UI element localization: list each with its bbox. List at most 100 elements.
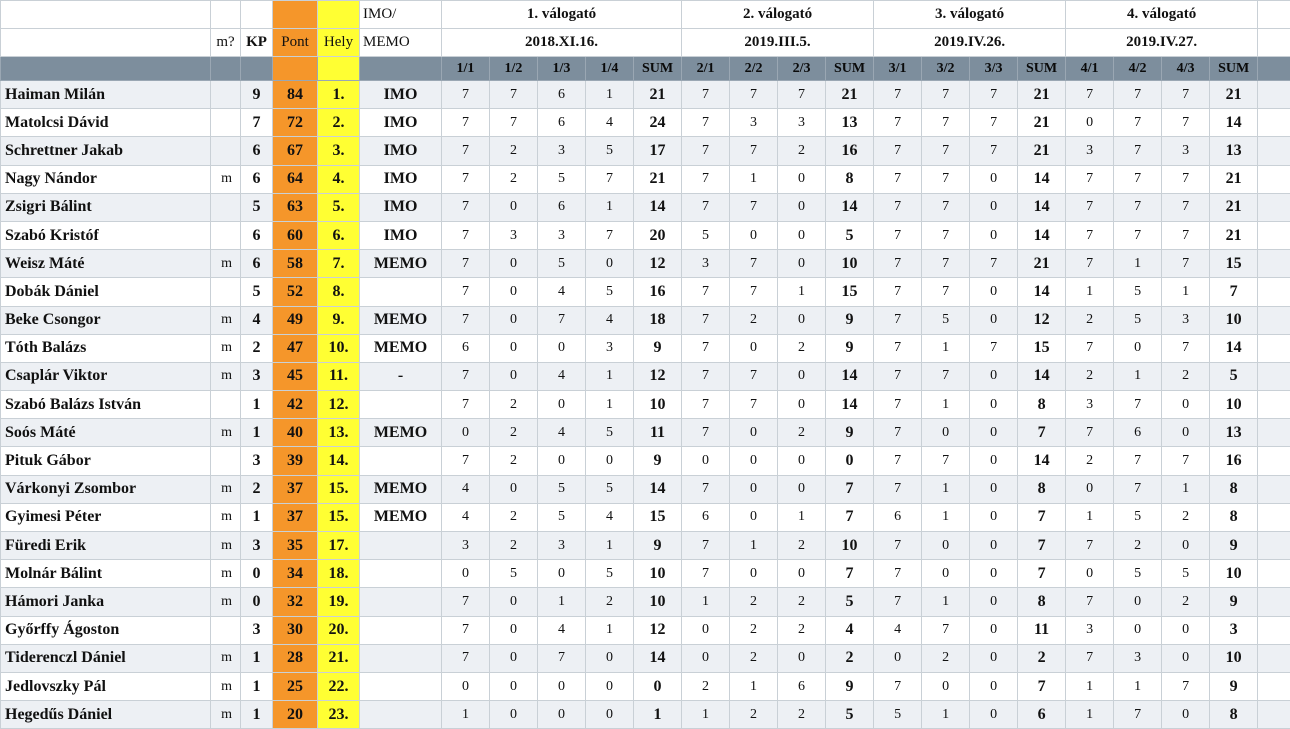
- sum-cell: 18: [632, 305, 683, 335]
- score-cell: 4: [441, 474, 490, 504]
- score-cell: 0: [873, 643, 923, 673]
- points-cell: 63: [272, 192, 318, 222]
- sum-cell: 14: [1017, 446, 1067, 476]
- score-cell: 7: [921, 192, 971, 222]
- sum-cell: 9: [632, 446, 683, 476]
- score-cell: 0: [729, 418, 779, 448]
- place-cell: 10.: [317, 333, 360, 363]
- score-cell: 1: [729, 164, 779, 194]
- points-cell: 20: [272, 700, 318, 729]
- score-cell: 2: [1161, 587, 1211, 617]
- score-cell: 1: [1065, 502, 1115, 533]
- memo-eligible-cell: m: [210, 700, 241, 729]
- score-cell: 3: [1065, 390, 1115, 420]
- kp-cell: 3: [240, 446, 273, 476]
- imo-memo-cell: -: [359, 361, 442, 392]
- score-cell: 2: [1065, 446, 1115, 476]
- score-cell: 7: [1161, 192, 1211, 222]
- score-cell: 2: [729, 700, 779, 729]
- score-cell: 1: [681, 587, 731, 617]
- score-cell: 0: [777, 164, 827, 194]
- score-cell: 7: [873, 446, 923, 476]
- score-cell: 0: [777, 446, 827, 476]
- imo-memo-cell: MEMO: [359, 502, 442, 533]
- score-cell: 1: [1161, 474, 1211, 504]
- score-cell: 3: [1065, 136, 1115, 166]
- score-cell: 7: [729, 136, 779, 166]
- score-cell: 5: [1113, 277, 1163, 307]
- score-cell: 7: [873, 559, 923, 589]
- kp-cell: 7: [240, 108, 273, 138]
- sum-cell: 9: [632, 530, 683, 561]
- score-cell: 7: [873, 390, 923, 420]
- score-cell: 7: [1113, 79, 1163, 110]
- round-1-title: 1. válogató: [440, 0, 683, 29]
- header-row-rounds: IMO/ 1. válogató 2. válogató 3. válogató…: [0, 0, 1290, 29]
- score-cell: 2: [777, 333, 827, 363]
- score-cell: 2: [1161, 361, 1211, 392]
- sum-cell: 5: [1209, 361, 1259, 392]
- score-cell: 7: [681, 361, 731, 392]
- score-cell: 0: [441, 418, 490, 448]
- kp-cell: 1: [240, 390, 273, 420]
- kp-cell: 2: [240, 333, 273, 363]
- blank-cell: [1257, 530, 1290, 561]
- kp-cell: 6: [240, 136, 273, 166]
- score-cell: 7: [1065, 79, 1115, 110]
- sum-cell: 7: [1017, 671, 1067, 702]
- score-cell: 1: [1065, 700, 1115, 729]
- score-cell: 7: [441, 361, 490, 392]
- memo-eligible-cell: m: [210, 333, 241, 363]
- table-row: Weisz Máté m 6 58 7. MEMO 7 0 5 0 12 3 7 0 10 7 7 7 21 7 1 7 1…: [0, 249, 1290, 279]
- table-row: Dobák Dániel 5 52 8. 7 0 4 5 16 7 7 1 15 7 7 0 14 1 5 1 7: [0, 277, 1290, 307]
- kp-cell: 0: [240, 559, 273, 589]
- blank-cell: [1257, 108, 1290, 138]
- place-cell: 12.: [317, 390, 360, 420]
- header-row-problems: 1/1 1/2 1/3 1/4 SUM 2/1 2/2 2/3 SUM 3/1 …: [0, 56, 1290, 81]
- score-cell: 7: [1065, 530, 1115, 561]
- round-3-date: 2019.IV.26.: [873, 28, 1067, 57]
- score-cell: 0: [777, 559, 827, 589]
- memo-eligible-cell: m: [210, 361, 241, 392]
- student-name: Tiderenczl Dániel: [0, 643, 211, 673]
- imo-header-1: IMO/: [359, 0, 442, 29]
- score-cell: 7: [873, 79, 923, 110]
- score-cell: 2: [489, 136, 538, 166]
- score-cell: 7: [1065, 643, 1115, 673]
- score-cell: 0: [969, 643, 1019, 673]
- score-cell: 0: [681, 615, 731, 645]
- sum-cell: 5: [825, 700, 875, 729]
- score-cell: 4: [585, 502, 634, 533]
- score-cell: 0: [921, 418, 971, 448]
- score-cell: 1: [921, 700, 971, 729]
- place-cell: 15.: [317, 502, 360, 533]
- points-cell: 42: [272, 390, 318, 420]
- score-cell: 0: [1161, 530, 1211, 561]
- blank-cell: [1257, 390, 1290, 420]
- score-cell: 7: [489, 79, 538, 110]
- score-cell: 1: [585, 192, 634, 222]
- score-cell: 0: [777, 390, 827, 420]
- score-cell: 2: [729, 615, 779, 645]
- place-cell: 8.: [317, 277, 360, 307]
- score-cell: 1: [921, 333, 971, 363]
- score-cell: 7: [969, 333, 1019, 363]
- score-cell: 6: [681, 502, 731, 533]
- score-cell: 0: [1161, 700, 1211, 729]
- place-cell: 9.: [317, 305, 360, 335]
- score-cell: 7: [1113, 108, 1163, 138]
- imo-memo-cell: MEMO: [359, 418, 442, 448]
- table-row: Gyimesi Péter m 1 37 15. MEMO 4 2 5 4 15 6 0 1 7 6 1 0 7 1 5…: [0, 502, 1290, 533]
- score-cell: 2: [1113, 530, 1163, 561]
- score-cell: 7: [681, 333, 731, 363]
- score-cell: 7: [921, 136, 971, 166]
- score-cell: 7: [441, 305, 490, 335]
- points-cell: 45: [272, 361, 318, 392]
- sum-cell: 21: [1209, 164, 1259, 194]
- score-cell: 5: [585, 136, 634, 166]
- score-cell: 2: [777, 418, 827, 448]
- kp-cell: 1: [240, 418, 273, 448]
- sum-cell: 16: [825, 136, 875, 166]
- score-cell: 5: [585, 559, 634, 589]
- place-cell: 13.: [317, 418, 360, 448]
